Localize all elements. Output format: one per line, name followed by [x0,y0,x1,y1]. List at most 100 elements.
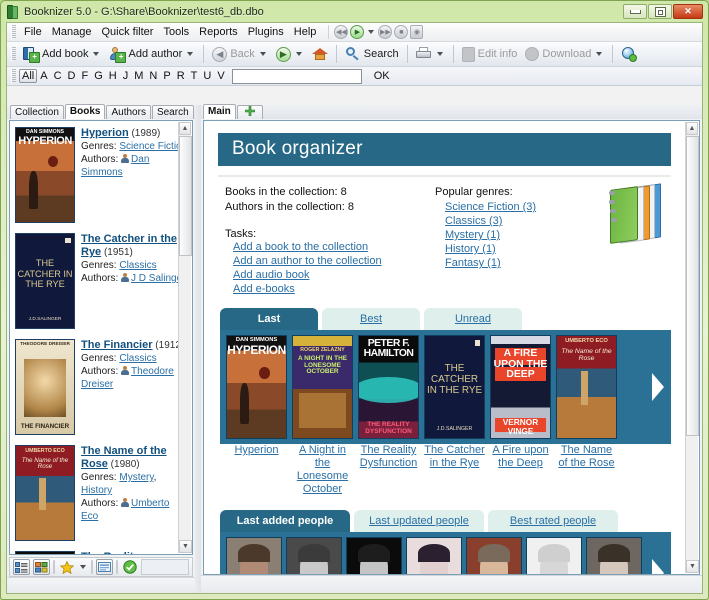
close-button[interactable]: ✕ [673,4,703,19]
menu-item-manage[interactable]: Manage [47,24,97,40]
carousel-book-caption[interactable]: The Catcher in the Rye [424,444,485,496]
alpha-filter-r[interactable]: R [174,69,188,83]
genre-link[interactable]: Mystery [119,472,153,483]
alpha-filter-d[interactable]: D [65,69,79,83]
carousel-book-item[interactable]: UMBERTO ECOThe Name of the Rose [556,335,622,439]
carousel-book-item[interactable]: DAN SIMMONSHYPERION [226,335,292,439]
print-dropdown-icon[interactable] [437,52,443,56]
carousel-book-caption[interactable]: The Name of the Rose [556,444,617,496]
ok-button[interactable]: OK [370,70,394,82]
report-scroll-thumb[interactable] [686,136,699,436]
play-dropdown-icon[interactable] [368,30,374,34]
book-cover-thumbnail[interactable]: UMBERTO ECOThe Name of the Rose [15,445,75,541]
carousel-book-caption[interactable]: Hyperion [226,444,287,496]
book-title-link[interactable]: Hyperion [81,127,129,139]
book-list-item[interactable]: THEODORE DREISERTHE FINANCIERThe Financi… [10,333,192,439]
report-scroll-up-icon[interactable]: ▲ [686,122,698,135]
next-icon[interactable]: ▶▶ [378,25,392,39]
carousel-book-cover[interactable]: DAN SIMMONSHYPERION [226,335,287,439]
web-update-button[interactable] [617,44,641,64]
left-tab-collection[interactable]: Collection [10,105,64,119]
forward-dropdown-icon[interactable] [296,52,302,56]
menu-item-help[interactable]: Help [289,24,322,40]
add-author-button[interactable]: + Add author [105,44,199,64]
add-tab-button[interactable] [237,105,263,119]
details-icon[interactable] [96,559,113,575]
alpha-filter-m[interactable]: M [131,69,146,83]
carousel-person-item[interactable] [226,537,286,574]
carousel-person-photo[interactable] [466,537,522,574]
people-tab-last-added-people[interactable]: Last added people [220,510,350,532]
left-tab-books[interactable]: Books [65,104,106,119]
html-report-view[interactable]: Book organizer Books in the collection: … [203,120,700,575]
books-next-arrow-icon[interactable] [652,373,664,401]
minimize-button[interactable] [623,4,647,19]
carousel-person-item[interactable] [466,537,526,574]
play-icon[interactable]: ▶ [350,25,364,39]
people-tab-best-rated-people[interactable]: Best rated people [488,510,618,532]
menu-item-quick-filter[interactable]: Quick filter [97,24,159,40]
download-dropdown-icon[interactable] [596,52,602,56]
carousel-person-item[interactable] [586,537,646,574]
carousel-book-caption[interactable]: A Night in the Lonesome October [292,444,353,496]
book-cover-thumbnail[interactable]: PETER F. HAMILTONTHE REALITY DYSFUNCTION [15,551,75,555]
carousel-book-item[interactable]: ROGER ZELAZNYA NIGHT IN THE LONESOME OCT… [292,335,358,439]
star-rating-icon[interactable] [58,559,75,575]
menu-item-reports[interactable]: Reports [194,24,243,40]
alpha-filter-n[interactable]: N [146,69,160,83]
alphabar-gripper[interactable] [11,69,16,83]
add-author-dropdown-icon[interactable] [187,52,193,56]
carousel-book-item[interactable]: THE CATCHER IN THE RYEJ.D.SALINGER [424,335,490,439]
left-tab-authors[interactable]: Authors [106,105,150,119]
carousel-book-item[interactable]: PETER F. HAMILTONTHE REALITY DYSFUNCTION [358,335,424,439]
carousel-book-cover[interactable]: A FIRE UPON THE DEEPVERNOR VINGE [490,335,551,439]
print-button[interactable] [412,44,449,64]
carousel-person-item[interactable] [286,537,346,574]
left-tab-search[interactable]: Search [152,105,194,119]
popular-genre-link[interactable]: Fantasy (1) [445,256,671,270]
carousel-book-caption[interactable]: The Reality Dysfunction [358,444,419,496]
genre-link[interactable]: Classics [119,260,156,271]
menu-item-tools[interactable]: Tools [158,24,194,40]
stop-icon[interactable]: ■ [394,25,408,39]
carousel-person-photo[interactable] [526,537,582,574]
popular-genre-link[interactable]: History (1) [445,242,671,256]
menu-gripper[interactable] [11,25,16,39]
genre-link[interactable]: Science Fiction [119,141,187,152]
back-dropdown-icon[interactable] [260,52,266,56]
task-link[interactable]: Add audio book [233,268,425,282]
alpha-filter-all[interactable]: All [19,69,37,83]
alpha-filter-t[interactable]: T [188,69,201,83]
books-tab-last[interactable]: Last [220,308,318,330]
tab-main[interactable]: Main [203,104,236,119]
task-link[interactable]: Add an author to the collection [233,254,425,268]
book-list-item[interactable]: PETER F. HAMILTONTHE REALITY DYSFUNCTION… [10,545,192,555]
book-list-item[interactable]: DAN SIMMONSHYPERIONHyperion (1989)Genres… [10,121,192,227]
thumbnail-view-icon[interactable] [33,559,50,575]
book-cover-thumbnail[interactable]: THE CATCHER IN THE RYEJ.D.SALINGER [15,233,75,329]
scroll-thumb[interactable] [179,136,192,256]
toolbar-gripper[interactable] [11,47,16,61]
forward-button[interactable]: ▶ [272,45,308,64]
alpha-filter-f[interactable]: F [78,69,91,83]
book-list-item[interactable]: UMBERTO ECOThe Name of the RoseThe Name … [10,439,192,545]
audio-device-icon[interactable]: ◉ [410,25,423,39]
book-list-item[interactable]: THE CATCHER IN THE RYEJ.D.SALINGERThe Ca… [10,227,192,333]
carousel-book-cover[interactable]: ROGER ZELAZNYA NIGHT IN THE LONESOME OCT… [292,335,353,439]
carousel-person-photo[interactable] [586,537,642,574]
alpha-filter-h[interactable]: H [106,69,120,83]
status-ok-icon[interactable] [121,559,138,575]
add-book-button[interactable]: + Add book [19,44,105,64]
carousel-person-item[interactable] [406,537,466,574]
alpha-filter-u[interactable]: U [200,69,214,83]
task-link[interactable]: Add e-books [233,282,425,296]
carousel-book-cover[interactable]: UMBERTO ECOThe Name of the Rose [556,335,617,439]
previous-icon[interactable]: ◀◀ [334,25,348,39]
carousel-person-photo[interactable] [226,537,282,574]
alpha-filter-p[interactable]: P [160,69,173,83]
carousel-person-item[interactable] [346,537,406,574]
list-view-icon[interactable] [13,559,30,575]
books-list[interactable]: DAN SIMMONSHYPERIONHyperion (1989)Genres… [9,120,193,555]
scroll-up-icon[interactable]: ▲ [179,122,191,135]
filter-input[interactable] [232,69,362,84]
